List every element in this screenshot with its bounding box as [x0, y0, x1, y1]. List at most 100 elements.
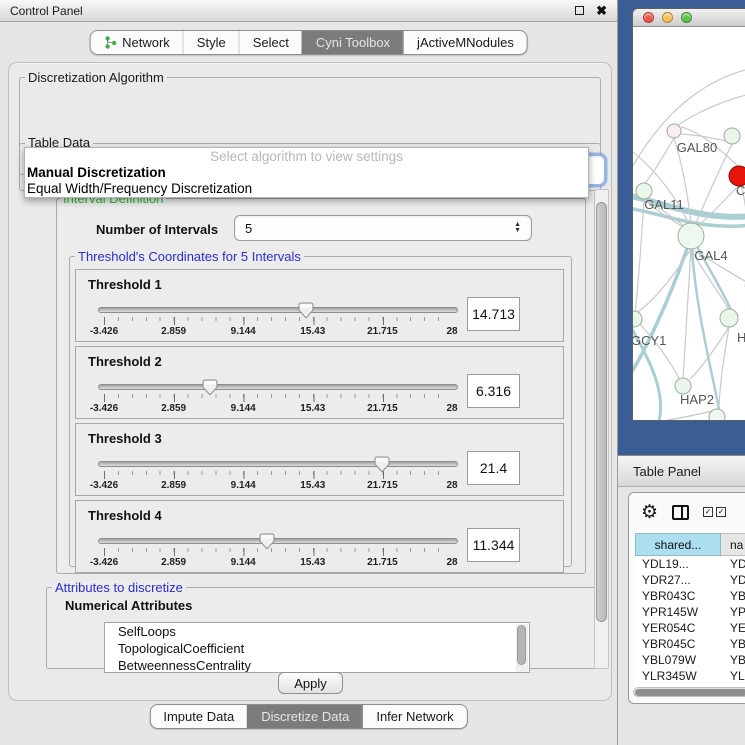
table-row[interactable]: YDR27...YDR2 [635, 572, 745, 588]
network-edge[interactable] [643, 409, 719, 421]
slider-major-ticks [104, 317, 453, 325]
slider-major-ticks [104, 394, 453, 402]
cell-name[interactable]: YDR2 [721, 572, 745, 588]
table-horizontal-scrollbar[interactable] [633, 687, 745, 697]
table-row[interactable]: YBL079WYBL0 [635, 652, 745, 668]
tick-label: 28 [446, 403, 457, 414]
tick-label: 28 [446, 326, 457, 337]
column-header-shared-name[interactable]: shared... [635, 533, 721, 556]
tick-label: 2.859 [161, 480, 186, 491]
threshold-slider[interactable] [98, 538, 458, 544]
node-label: GAL11 [644, 197, 684, 212]
tab-label: Discretize Data [261, 709, 349, 724]
cell-shared-name[interactable]: YBR045C [635, 636, 721, 652]
cell-name[interactable]: YER0 [721, 620, 745, 636]
slider-tick-labels: -3.4262.8599.14415.4321.71528 [104, 480, 452, 492]
minimize-traffic-light[interactable] [662, 12, 673, 23]
cell-name[interactable]: YDL1 [721, 556, 745, 572]
network-node[interactable] [724, 128, 740, 144]
cell-name[interactable]: YPR1 [721, 604, 745, 620]
threshold-slider[interactable] [98, 307, 458, 313]
cell-shared-name[interactable]: YBR043C [635, 588, 721, 604]
settings-vertical-scrollbar[interactable] [594, 189, 609, 669]
algorithm-option-manual[interactable]: Manual Discretization [25, 165, 588, 181]
split-column-icon[interactable] [672, 505, 689, 520]
tick-label: -3.426 [90, 480, 118, 491]
table-row[interactable]: YBR043CYBR0 [635, 588, 745, 604]
threshold-value-box[interactable]: 6.316 [467, 374, 520, 408]
network-icon [103, 36, 116, 49]
cell-shared-name[interactable]: YLR345W [635, 668, 721, 684]
select-columns-icon[interactable]: ✓ ✓ [703, 507, 726, 517]
tick-label: 9.144 [231, 326, 256, 337]
tab-label: Infer Network [376, 709, 453, 724]
network-edge[interactable] [635, 199, 644, 314]
network-node[interactable] [720, 309, 738, 327]
threshold-slider[interactable] [98, 384, 458, 390]
number-of-intervals-combobox[interactable]: 5 ▲▼ [234, 215, 532, 241]
zoom-traffic-light[interactable] [681, 12, 692, 23]
tab-jactivemnodules[interactable]: jActiveMNodules [403, 31, 527, 54]
network-canvas[interactable]: GAL80GACGAL11GAL4GCY1HHAP2 [633, 27, 745, 421]
node-label: HAP2 [680, 392, 714, 407]
cell-name[interactable]: YBL0 [721, 652, 745, 668]
cell-shared-name[interactable]: YPR145W [635, 604, 721, 620]
threshold-value-box[interactable]: 21.4 [467, 451, 520, 485]
threshold-value-box[interactable]: 14.713 [467, 297, 520, 331]
column-header-name[interactable]: na [721, 533, 745, 556]
slider-major-ticks [104, 471, 453, 479]
tab-discretize-data[interactable]: Discretize Data [247, 705, 362, 728]
close-icon[interactable]: ✖ [596, 4, 607, 17]
right-side: GAL80GACGAL11GAL4GCY1HHAP2 Table Panel ⚙… [618, 0, 745, 745]
tick-label: 2.859 [161, 403, 186, 414]
node-label: C [736, 183, 745, 198]
attributes-list-scrollbar[interactable] [516, 624, 528, 673]
threshold-slider[interactable] [98, 461, 458, 467]
network-node[interactable] [667, 124, 681, 138]
table-row[interactable]: YDL19...YDL1 [635, 556, 745, 572]
tab-select[interactable]: Select [239, 31, 302, 54]
algorithm-option-equal-width[interactable]: Equal Width/Frequency Discretization [25, 181, 588, 197]
table-row[interactable]: YBR045CYBR0 [635, 636, 745, 652]
tab-infer-network[interactable]: Infer Network [362, 705, 466, 728]
network-graph: GAL80GACGAL11GAL4GCY1HHAP2 [633, 27, 745, 421]
close-traffic-light[interactable] [643, 12, 654, 23]
cell-shared-name[interactable]: YER054C [635, 620, 721, 636]
table-row[interactable]: YPR145WYPR1 [635, 604, 745, 620]
cell-shared-name[interactable]: YBL079W [635, 652, 721, 668]
network-view-window[interactable]: GAL80GACGAL11GAL4GCY1HHAP2 [632, 8, 745, 421]
attribute-list-item[interactable]: TopologicalCoefficient [105, 640, 529, 657]
node-label: GAL4 [694, 248, 727, 263]
table-rows[interactable]: YDL19...YDL1YDR27...YDR2YBR043CYBR0YPR14… [635, 556, 745, 697]
cell-name[interactable]: YBR0 [721, 588, 745, 604]
table-row[interactable]: YLR345WYLR3 [635, 668, 745, 684]
numerical-attributes-list[interactable]: SelfLoopsTopologicalCoefficientBetweenne… [104, 622, 530, 673]
cell-shared-name[interactable]: YDR27... [635, 572, 721, 588]
number-of-intervals-value: 5 [245, 221, 508, 236]
network-edge[interactable] [633, 67, 745, 177]
tab-cyni-toolbox[interactable]: Cyni Toolbox [302, 31, 403, 54]
float-panel-icon[interactable] [575, 6, 584, 15]
tab-network[interactable]: Network [90, 31, 183, 54]
network-edge[interactable] [683, 249, 691, 379]
node-label: GCY1 [633, 333, 666, 348]
tab-style[interactable]: Style [183, 31, 239, 54]
cell-name[interactable]: YBR0 [721, 636, 745, 652]
network-node[interactable] [709, 409, 725, 421]
slider-tick-labels: -3.4262.8599.14415.4321.71528 [104, 403, 452, 415]
network-edge[interactable] [719, 327, 729, 405]
network-edge[interactable] [690, 327, 729, 379]
network-node[interactable] [678, 223, 704, 249]
gear-icon[interactable]: ⚙ [641, 503, 658, 522]
cell-name[interactable]: YLR3 [721, 668, 745, 684]
threshold-value-box[interactable]: 11.344 [467, 528, 520, 562]
attribute-list-item[interactable]: BetweennessCentrality [105, 657, 529, 673]
apply-button[interactable]: Apply [278, 672, 343, 694]
tab-impute-data[interactable]: Impute Data [150, 705, 247, 728]
cytoscape-desktop: GAL80GACGAL11GAL4GCY1HHAP2 [618, 0, 745, 455]
cell-shared-name[interactable]: YDL19... [635, 556, 721, 572]
top-tab-bar: Network Style Select Cyni Toolbox jActiv… [89, 30, 528, 55]
tab-label: Style [197, 35, 226, 50]
attribute-list-item[interactable]: SelfLoops [105, 623, 529, 640]
table-row[interactable]: YER054CYER0 [635, 620, 745, 636]
